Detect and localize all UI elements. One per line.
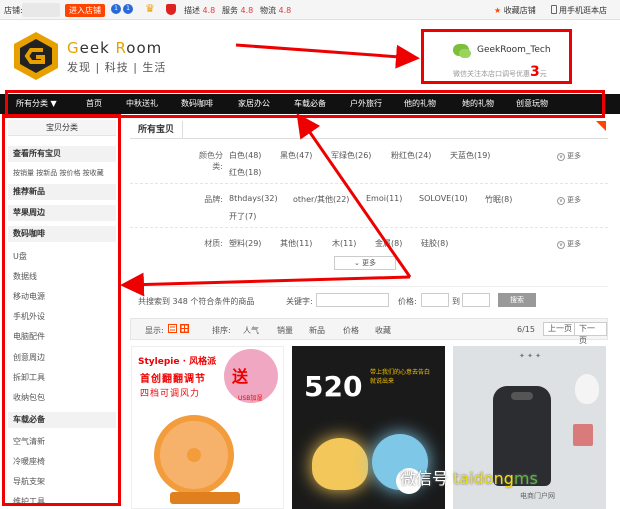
filter-label: 材质:	[204, 239, 223, 248]
mobile-shop-link[interactable]: 用手机逛本店	[551, 5, 607, 16]
filter-option[interactable]: other/其他(22)	[293, 194, 349, 205]
level-badge-icon: 1	[123, 4, 133, 14]
filter-label: 品牌:	[204, 195, 223, 204]
wechat-promo-box[interactable]: GeekRoom_Tech 微信关注本店口调号优惠3元	[421, 29, 572, 84]
sort-label: 排序:	[212, 326, 231, 335]
sort-popularity[interactable]: 人气	[243, 325, 259, 336]
fan-base-image	[170, 492, 240, 504]
lamp-image	[312, 438, 368, 490]
filter-option[interactable]: 8thdays(32)	[229, 194, 278, 203]
product-tagline: 带上我们的心意去告白 就说出来	[370, 369, 431, 385]
price-max-input[interactable]	[462, 293, 490, 307]
filter-brand: 品牌: 8thdays(32) other/其他(22) Emoi(11) SO…	[130, 184, 608, 228]
crown-icon: ♛	[145, 2, 155, 15]
tab-all-items[interactable]: 所有宝贝	[130, 121, 184, 139]
page-indicator: 6/15	[517, 325, 535, 334]
wechat-icon	[453, 44, 471, 58]
favorite-shop-link[interactable]: ★ 收藏店铺	[494, 5, 536, 16]
main-tab-bar: 所有宝贝	[130, 121, 608, 139]
brand-slogan: 发现 | 科技 | 生活	[67, 61, 167, 74]
filter-option[interactable]: 白色(48)	[229, 150, 261, 161]
list-view-icon[interactable]	[168, 324, 177, 333]
search-bar: 共搜索到 348 个符合条件的商品 关键字: 价格: 到 搜索	[130, 286, 608, 312]
bulbs-decor: ✦ ✦ ✦	[519, 352, 542, 360]
product-card-fan[interactable]: 送 USB加湿 Stylepie · 风格派 首创翻翻调节 四档可调风力	[131, 346, 284, 509]
filter-option[interactable]: 塑料(29)	[229, 238, 261, 249]
filter-option[interactable]: Emoi(11)	[366, 194, 402, 203]
usb-label: USB加湿	[238, 395, 263, 402]
chevron-down-icon: v	[557, 153, 565, 161]
rating-description: 描述 4.8	[184, 6, 216, 15]
shop-label: 店铺:	[4, 6, 23, 15]
keyword-input[interactable]	[316, 293, 389, 307]
prev-page-button[interactable]: 上一页	[543, 322, 577, 336]
top-bar: 店铺: 进入店铺 1 1 ♛ 描述 4.8 服务 4.8 物流 4.8 ★ 收藏…	[0, 0, 620, 20]
sort-price[interactable]: 价格	[343, 325, 359, 336]
corner-ribbon	[596, 121, 606, 131]
chevron-down-icon: v	[557, 241, 565, 249]
search-button[interactable]: 搜索	[498, 293, 536, 307]
star-icon: ★	[494, 6, 502, 15]
brand-name: Geek Room	[67, 39, 163, 57]
filter-option[interactable]: 硅胶(8)	[421, 238, 448, 249]
sort-new[interactable]: 新品	[309, 325, 325, 336]
watermark-sub: 电商门户网	[520, 492, 555, 500]
filter-option[interactable]: 军绿色(26)	[331, 150, 371, 161]
filter-option[interactable]: 天蓝色(19)	[450, 150, 490, 161]
sidebar-highlight-box	[2, 114, 121, 506]
enter-shop-button[interactable]: 进入店铺	[65, 4, 105, 17]
price-min-input[interactable]	[421, 293, 449, 307]
shop-name-blurred	[22, 3, 60, 17]
shield-icon	[166, 4, 176, 15]
filter-more-button[interactable]: v 更多	[557, 195, 581, 205]
rating-service: 服务 4.8	[222, 6, 254, 15]
filter-option[interactable]: 开了(7)	[229, 211, 256, 222]
gift-label: 送	[232, 367, 249, 386]
mug-image	[573, 424, 593, 446]
level-badge-icon: 1	[111, 4, 121, 14]
sort-sales[interactable]: 销量	[277, 325, 293, 336]
filter-option[interactable]: 金属(8)	[375, 238, 402, 249]
arrow-to-sidebar	[120, 272, 411, 297]
grid-view-icon[interactable]	[180, 324, 189, 333]
filter-option[interactable]: SOLOVE(10)	[419, 194, 468, 203]
shop-header: Geek Room 发现 | 科技 | 生活 GeekRoom_Tech 微信关…	[0, 21, 620, 93]
filter-option[interactable]: 木(11)	[332, 238, 356, 249]
chevron-down-icon: ⌄	[353, 259, 363, 267]
result-count: 共搜索到 348 个符合条件的商品	[138, 297, 255, 306]
filter-option[interactable]: 红色(18)	[229, 167, 261, 178]
price-label: 价格:	[398, 297, 417, 306]
display-label: 显示:	[145, 326, 164, 335]
watermark: 微信号 taidongms	[400, 469, 538, 488]
wechat-id: GeekRoom_Tech	[477, 45, 551, 55]
price-to-label: 到	[452, 297, 460, 306]
filter-material: 材质: 塑料(29) 其他(11) 木(11) 金属(8) 硅胶(8) v 更多	[130, 228, 608, 256]
filter-color: 颜色分类: 白色(48) 黑色(47) 军绿色(26) 粉红色(24) 天蓝色(…	[130, 140, 608, 184]
filter-more-button[interactable]: v 更多	[557, 239, 581, 249]
wechat-promo-text: 微信关注本店口调号优惠3元	[453, 64, 547, 80]
product-tagline: 首创翻翻调节	[140, 374, 206, 385]
filter-label: 颜色分类:	[199, 151, 223, 171]
filter-more-button[interactable]: v 更多	[557, 151, 581, 161]
geekroom-logo-icon[interactable]	[12, 31, 60, 81]
sort-favorites[interactable]: 收藏	[375, 325, 391, 336]
filter-option[interactable]: 粉红色(24)	[391, 150, 431, 161]
filter-option[interactable]: 竹眠(8)	[485, 194, 512, 205]
phone-icon	[551, 5, 557, 14]
rating-logistics: 物流 4.8	[260, 6, 292, 15]
sort-bar: 显示: 排序: 人气 销量 新品 价格 收藏 6/15 上一页 下一页	[130, 318, 608, 345]
keyword-label: 关键字:	[286, 297, 313, 306]
product-headline: 520	[304, 370, 363, 403]
product-brand: Stylepie · 风格派	[138, 357, 217, 367]
fan-image	[154, 415, 234, 495]
filter-option[interactable]: 黑色(47)	[280, 150, 312, 161]
expand-filters-button[interactable]: ⌄ 更多	[334, 256, 396, 270]
filter-option[interactable]: 其他(11)	[280, 238, 312, 249]
chevron-down-icon: v	[557, 197, 565, 205]
alien-figure-image	[575, 374, 599, 404]
product-tagline: 四档可调风力	[140, 389, 201, 399]
next-page-button[interactable]: 下一页	[574, 322, 607, 345]
